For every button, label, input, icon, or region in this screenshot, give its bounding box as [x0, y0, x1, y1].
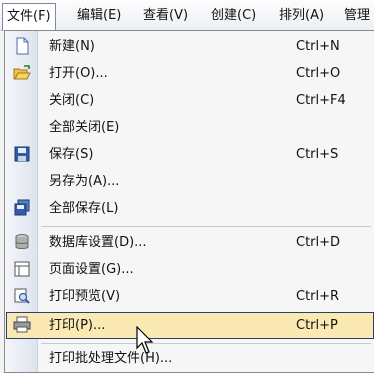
menu-item-open[interactable]: 打开(O)... Ctrl+O: [6, 60, 374, 87]
menu-item-shortcut: Ctrl+N: [296, 39, 340, 54]
menu-separator: [41, 343, 371, 344]
mouse-cursor-icon: [136, 326, 154, 354]
menu-arrange[interactable]: 排列(A): [275, 3, 328, 28]
menu-item-label: 打印(P)...: [49, 318, 106, 333]
menu-item-label: 打印预览(V): [49, 289, 121, 304]
menu-item-label: 保存(S): [49, 147, 94, 162]
menu-item-label: 页面设置(G)...: [49, 262, 134, 277]
menu-item-print[interactable]: 打印(P)... Ctrl+P: [6, 312, 374, 339]
menu-separator: [41, 226, 371, 227]
menu-item-close-all[interactable]: 全部关闭(E): [6, 114, 374, 141]
menu-item-shortcut: Ctrl+D: [296, 235, 341, 250]
menu-item-save-as[interactable]: 另存为(A)...: [6, 168, 374, 195]
menu-item-print-batch[interactable]: 打印批处理文件(H)...: [6, 345, 374, 372]
menu-item-label: 全部保存(L): [49, 201, 119, 216]
menu-item-print-preview[interactable]: 打印预览(V) Ctrl+R: [6, 283, 374, 310]
menu-item-label: 全部关闭(E): [49, 120, 120, 135]
menu-item-label: 数据库设置(D)...: [49, 235, 147, 250]
save-disk-icon: [14, 146, 30, 162]
printer-icon: [13, 316, 31, 333]
menu-manage[interactable]: 管理: [340, 3, 374, 28]
menu-item-shortcut: Ctrl+R: [296, 289, 340, 304]
menu-create[interactable]: 创建(C): [207, 3, 260, 28]
menu-item-save[interactable]: 保存(S) Ctrl+S: [6, 141, 374, 168]
menu-item-shortcut: Ctrl+O: [296, 66, 341, 81]
menu-item-new[interactable]: 新建(N) Ctrl+N: [6, 33, 374, 60]
menu-item-database-settings[interactable]: 数据库设置(D)... Ctrl+D: [6, 229, 374, 256]
file-menu-dropdown: 新建(N) Ctrl+N 打开(O)... Ctrl+O 关闭(C) Ctrl+…: [4, 30, 374, 373]
menu-item-label: 打开(O)...: [49, 66, 108, 81]
menu-file[interactable]: 文件(F): [2, 3, 56, 31]
menu-bar: 文件(F) 编辑(E) 查看(V) 创建(C) 排列(A) 管理: [0, 0, 374, 31]
menu-item-shortcut: Ctrl+S: [296, 147, 339, 162]
menu-edit[interactable]: 编辑(E): [73, 3, 125, 28]
menu-item-shortcut: Ctrl+F4: [296, 93, 346, 108]
menu-item-label: 新建(N): [49, 39, 95, 54]
menu-item-label: 关闭(C): [49, 93, 95, 108]
print-preview-icon: [14, 288, 30, 304]
save-all-icon: [14, 199, 30, 216]
menu-item-close[interactable]: 关闭(C) Ctrl+F4: [6, 87, 374, 114]
new-file-icon: [16, 37, 29, 55]
menu-item-shortcut: Ctrl+P: [296, 318, 338, 333]
menu-item-save-all[interactable]: 全部保存(L): [6, 195, 374, 222]
page-setup-icon: [14, 261, 30, 277]
menu-item-label: 另存为(A)...: [49, 174, 120, 189]
database-icon: [15, 234, 29, 249]
menu-view[interactable]: 查看(V): [139, 3, 192, 28]
menu-item-page-setup[interactable]: 页面设置(G)...: [6, 256, 374, 283]
open-folder-icon: [13, 65, 31, 80]
